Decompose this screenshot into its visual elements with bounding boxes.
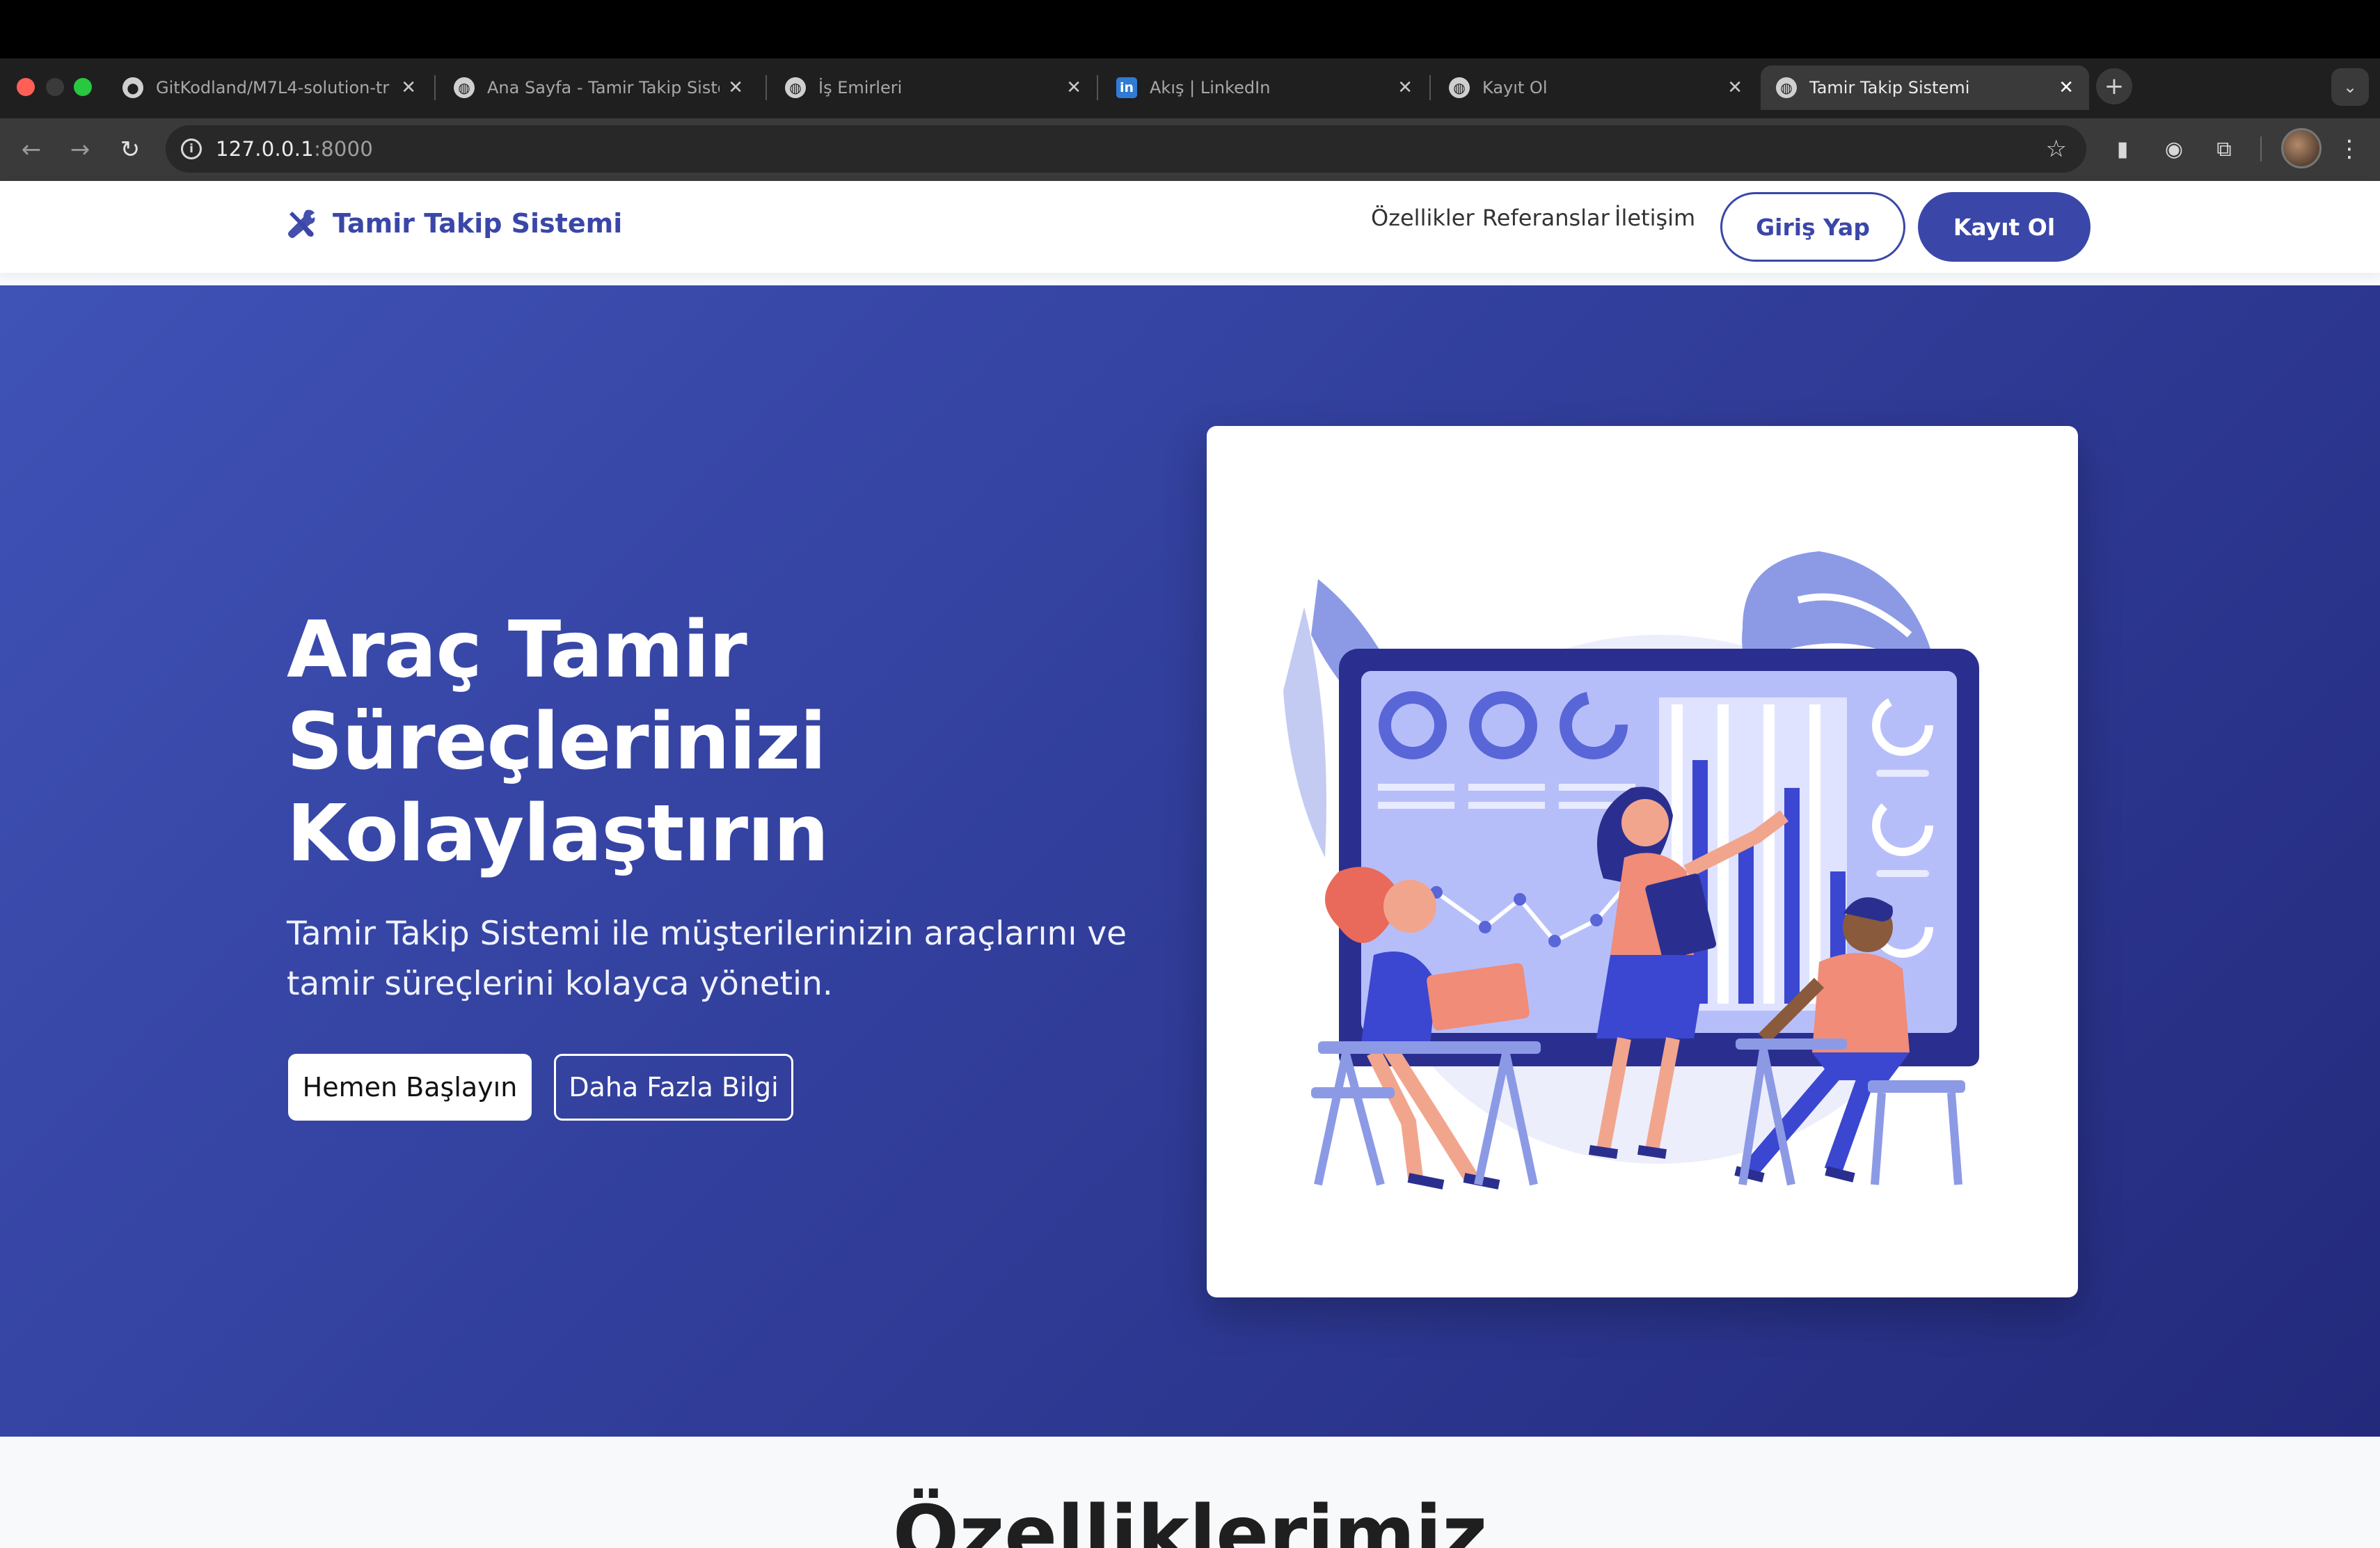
window-titlebar-area bbox=[0, 0, 2380, 58]
toolbar-separator bbox=[2260, 136, 2262, 161]
tab-separator bbox=[1429, 75, 1431, 100]
tools-icon bbox=[288, 210, 315, 238]
globe-icon: ◍ bbox=[1449, 77, 1470, 98]
close-tab-icon[interactable]: ✕ bbox=[1066, 77, 1081, 98]
close-tab-icon[interactable]: ✕ bbox=[1727, 77, 1743, 98]
browser-tab[interactable]: in Akış | LinkedIn ✕ bbox=[1101, 65, 1428, 110]
url-port: :8000 bbox=[314, 137, 374, 161]
url-text: 127.0.0.1:8000 bbox=[216, 137, 373, 161]
analytics-team-illustration bbox=[1283, 551, 1979, 1190]
close-tab-icon[interactable]: ✕ bbox=[2058, 77, 2074, 98]
register-button[interactable]: Kayıt Ol bbox=[1918, 192, 2091, 262]
tab-title: Tamir Takip Sistemi bbox=[1809, 78, 1970, 97]
hero-title: Araç Tamir Süreçlerinizi Kolaylaştırın bbox=[287, 604, 1122, 880]
url-host: 127.0.0.1 bbox=[216, 137, 315, 161]
linkedin-icon: in bbox=[1116, 77, 1137, 98]
bookmark-star-icon[interactable]: ☆ bbox=[2046, 135, 2067, 163]
nav-link-features[interactable]: Özellikler bbox=[1371, 205, 1475, 231]
tab-separator bbox=[1097, 75, 1098, 100]
nav-link-contact[interactable]: İletişim bbox=[1615, 205, 1695, 231]
tab-title: İş Emirleri bbox=[818, 78, 903, 97]
hero-subtitle: Tamir Takip Sistemi ile müşterilerinizin… bbox=[287, 915, 1127, 1003]
hero-title-line: Süreçlerinizi bbox=[287, 697, 827, 787]
extension-notes-icon[interactable]: ▮ bbox=[2104, 131, 2141, 167]
browser-tab-active[interactable]: ◍ Tamir Takip Sistemi ✕ bbox=[1761, 65, 2089, 110]
hero-illustration-card bbox=[1207, 426, 2078, 1297]
profile-avatar[interactable] bbox=[2281, 128, 2322, 168]
extension-owl-icon[interactable]: ◉ bbox=[2156, 131, 2192, 167]
tab-separator bbox=[434, 75, 436, 100]
brand-link[interactable]: Tamir Takip Sistemi bbox=[285, 207, 622, 239]
login-button[interactable]: Giriş Yap bbox=[1720, 192, 1905, 262]
close-tab-icon[interactable]: ✕ bbox=[401, 77, 416, 98]
tab-title: Akış | LinkedIn bbox=[1150, 78, 1271, 97]
close-window-button[interactable] bbox=[17, 78, 35, 96]
minimize-window-button[interactable] bbox=[46, 78, 64, 96]
close-tab-icon[interactable]: ✕ bbox=[728, 77, 743, 98]
site-info-icon[interactable]: i bbox=[181, 139, 202, 159]
forward-button[interactable]: → bbox=[63, 132, 97, 167]
browser-tab[interactable]: ◍ Kayıt Ol ✕ bbox=[1434, 65, 1758, 110]
browser-menu-icon[interactable]: ⋮ bbox=[2337, 131, 2362, 167]
browser-tab[interactable]: ◍ İş Emirleri ✕ bbox=[770, 65, 1097, 110]
github-icon: ● bbox=[122, 77, 143, 98]
tab-search-button[interactable]: ⌄ bbox=[2331, 68, 2369, 106]
globe-icon: ◍ bbox=[1776, 77, 1797, 98]
extensions-puzzle-icon[interactable]: ⧉ bbox=[2206, 131, 2242, 167]
nav-link-references[interactable]: Referanslar bbox=[1482, 205, 1610, 231]
hero-title-line: Araç Tamir bbox=[287, 605, 747, 695]
tab-title: Kayıt Ol bbox=[1482, 78, 1548, 97]
hero-title-line: Kolaylaştırın bbox=[287, 789, 829, 879]
back-button[interactable]: ← bbox=[14, 132, 49, 167]
browser-tab[interactable]: ● GitKodland/M7L4-solution-tr ✕ bbox=[107, 65, 431, 110]
globe-icon: ◍ bbox=[785, 77, 806, 98]
tab-separator bbox=[765, 75, 767, 100]
globe-icon: ◍ bbox=[454, 77, 475, 98]
features-title: Özelliklerimiz bbox=[892, 1490, 1488, 1548]
browser-tab[interactable]: ◍ Ana Sayfa - Tamir Takip Siste ✕ bbox=[438, 65, 759, 110]
new-tab-button[interactable]: + bbox=[2096, 68, 2132, 104]
learn-more-button[interactable]: Daha Fazla Bilgi bbox=[554, 1054, 793, 1121]
brand-name: Tamir Takip Sistemi bbox=[333, 208, 623, 239]
close-tab-icon[interactable]: ✕ bbox=[1397, 77, 1413, 98]
address-bar[interactable]: i 127.0.0.1:8000 ☆ bbox=[166, 125, 2086, 173]
maximize-window-button[interactable] bbox=[74, 78, 92, 96]
get-started-button[interactable]: Hemen Başlayın bbox=[288, 1054, 532, 1121]
tab-title: Ana Sayfa - Tamir Takip Siste bbox=[487, 78, 720, 97]
reload-button[interactable]: ↻ bbox=[113, 132, 148, 167]
tab-title: GitKodland/M7L4-solution-tr bbox=[156, 78, 390, 97]
